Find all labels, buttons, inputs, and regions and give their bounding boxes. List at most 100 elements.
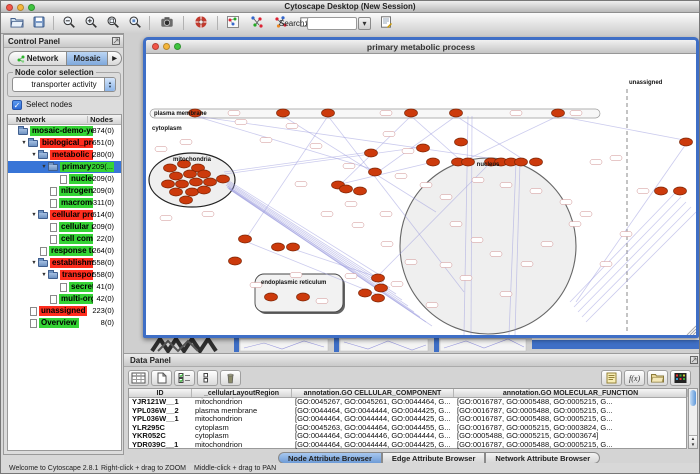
tree-row[interactable]: secretion41(0) (8, 281, 121, 293)
expander-icon[interactable]: ▼ (30, 260, 38, 266)
network-name[interactable]: unassigned (39, 306, 87, 316)
tab-mosaic[interactable]: Mosaic (66, 51, 108, 66)
network-name[interactable]: metabolic process (50, 150, 93, 160)
network-name[interactable]: multi-organism pro (59, 294, 93, 304)
column-header[interactable]: ID (129, 389, 192, 397)
tree-row[interactable]: cellular metabol209(0) (8, 221, 121, 233)
show-table-button[interactable] (128, 370, 149, 386)
table-cell: cytoplasm (192, 432, 292, 441)
new-attribute-button[interactable] (151, 370, 172, 386)
tree-row[interactable]: response to stimulu264(0) (8, 245, 121, 257)
snapshot-button[interactable] (157, 15, 177, 32)
network-name[interactable]: cell communicat (59, 234, 93, 244)
table-row[interactable]: YPL036W__2plasma membrane[GO:0044464, GO… (129, 407, 686, 416)
tree-col-network: Network (8, 115, 46, 124)
expander-icon[interactable]: ▼ (40, 164, 48, 170)
network-name[interactable]: establishment of lo (50, 258, 93, 268)
import-attributes-button[interactable] (647, 370, 668, 386)
tree-row[interactable]: ▼primary metabo209(... (8, 161, 121, 173)
function-builder-button[interactable]: f(x) (624, 370, 645, 386)
scrollbar-thumb[interactable] (690, 390, 696, 406)
attribute-select-dropdown[interactable]: transporter activity ▲▼ (12, 77, 116, 92)
table-row[interactable]: YJR121W__1mitochondrion[GO:0045267, GO:0… (129, 398, 686, 407)
network-canvas[interactable]: plasma membranecytoplasmmitochondrianucl… (146, 54, 696, 335)
tree-row[interactable]: mosaic-demo-yeast874(0) (8, 125, 121, 137)
tree-row[interactable]: ▼cellular process614(0) (8, 209, 121, 221)
network-name[interactable]: nucleobase- (69, 174, 93, 184)
zoom-out-button[interactable] (59, 15, 79, 32)
column-header[interactable]: annotation.GO MOLECULAR_FUNCTION (454, 389, 688, 397)
help-button[interactable] (191, 15, 211, 32)
network-name[interactable]: secretion (69, 282, 93, 292)
tree-row[interactable]: ▼metabolic process280(0) (8, 149, 121, 161)
select-attributes-button[interactable] (174, 370, 195, 386)
table-cell: [GO:0044464, GO:0044444, GO:0044425, G..… (292, 407, 454, 416)
network-name[interactable]: response to stimulu (49, 246, 93, 256)
column-header[interactable]: annotation.GO CELLULAR_COMPONENT (292, 389, 454, 397)
float-panel-icon[interactable] (690, 356, 698, 364)
node-label (426, 303, 438, 308)
layout-a-button[interactable] (247, 15, 267, 32)
tree-row[interactable]: Overview8(0) (8, 317, 121, 329)
node-label (381, 242, 393, 247)
vizmapper-button[interactable] (223, 15, 243, 32)
tree-row[interactable]: macromolecule311(0) (8, 197, 121, 209)
network-name[interactable]: mosaic-demo-yeast (30, 126, 93, 136)
tree-row[interactable]: nitrogen compo209(0) (8, 185, 121, 197)
search-input[interactable] (307, 17, 357, 30)
tree-row[interactable]: multi-organism pro42(0) (8, 293, 121, 305)
network-node (322, 109, 335, 117)
node-label (521, 262, 533, 267)
expander-icon[interactable]: ▼ (40, 272, 48, 278)
table-cell: YDR039C__1 (129, 441, 192, 450)
network-name[interactable]: primary metabo (60, 162, 93, 172)
data-panel: Data Panel f(x) ID_cellularLayoutRegiona… (124, 353, 700, 463)
dropdown-stepper-icon[interactable]: ▲▼ (104, 78, 115, 91)
tree-row[interactable]: nucleobase-209(0) (8, 173, 121, 185)
tree-row[interactable]: ▼transport558(0) (8, 269, 121, 281)
table-scrollbar[interactable]: ▲▼ (688, 388, 698, 449)
expander-icon[interactable]: ▼ (20, 140, 28, 146)
network-name[interactable]: cellular process (50, 210, 93, 220)
network-view-window: primary metabolic process plasma membran… (143, 37, 699, 338)
search-config-button[interactable] (376, 15, 396, 32)
zoom-selected-button[interactable] (125, 15, 145, 32)
expander-icon[interactable]: ▼ (30, 212, 38, 218)
attribute-editor-button[interactable] (601, 370, 622, 386)
tree-row[interactable]: ▼biological_process651(0) (8, 137, 121, 149)
attribute-matrix-button[interactable] (670, 370, 691, 386)
tree-row[interactable]: ▼establishment of lo558(0) (8, 257, 121, 269)
network-window-titlebar[interactable]: primary metabolic process (146, 40, 696, 54)
save-button[interactable] (29, 15, 49, 32)
file-icon (50, 199, 57, 208)
column-header[interactable]: _cellularLayoutRegion (192, 389, 292, 397)
table-row[interactable]: YKR052Ccytoplasm[GO:0044464, GO:0044446,… (129, 432, 686, 441)
zoom-in-button[interactable] (81, 15, 101, 32)
network-node (674, 187, 687, 195)
open-button[interactable] (7, 15, 27, 32)
table-row[interactable]: YLR295Ccytoplasm[GO:0045263, GO:0044464,… (129, 424, 686, 433)
expander-icon[interactable]: ▼ (30, 152, 38, 158)
select-nodes-checkbox[interactable] (12, 100, 22, 110)
network-name[interactable]: Overview (39, 318, 79, 328)
float-panel-icon[interactable] (112, 37, 120, 45)
delete-attribute-button[interactable] (220, 370, 241, 386)
table-cell: YPL036W__1 (129, 415, 192, 424)
network-name[interactable]: biological_process (40, 138, 93, 148)
network-canvas-svg[interactable]: plasma membranecytoplasmmitochondrianucl… (146, 54, 696, 335)
search-dropdown-button[interactable] (358, 17, 371, 30)
network-name[interactable]: cellular metabol (59, 222, 93, 232)
status-pan-hint: Middle-click + drag to PAN (194, 463, 276, 474)
tree-row[interactable]: unassigned223(0) (8, 305, 121, 317)
network-name[interactable]: nitrogen compo (59, 186, 93, 196)
network-name[interactable]: macromolecule (59, 198, 93, 208)
scrollbar-arrows[interactable]: ▲▼ (689, 435, 697, 448)
tab-network[interactable]: Network (8, 51, 66, 66)
network-name[interactable]: transport (60, 270, 93, 280)
tree-row[interactable]: cell communicat22(0) (8, 233, 121, 245)
table-row[interactable]: YPL036W__1mitochondrion[GO:0044464, GO:0… (129, 415, 686, 424)
unselect-attributes-button[interactable] (197, 370, 218, 386)
tab-overflow-button[interactable]: ▶ (108, 51, 122, 66)
table-row[interactable]: YDR039C__1mitochondrion[GO:0044464, GO:0… (129, 441, 686, 450)
zoom-fit-button[interactable] (103, 15, 123, 32)
